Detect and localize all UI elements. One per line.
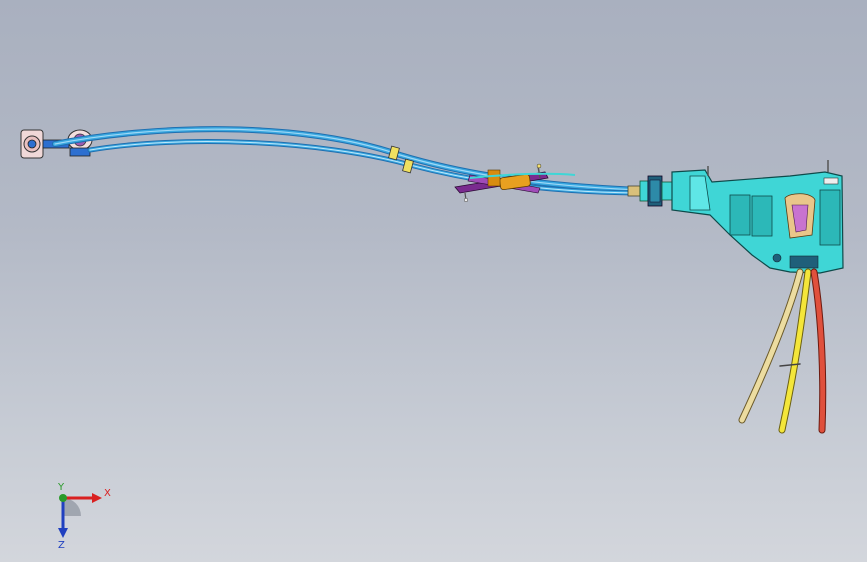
shifter-housing[interactable]: [671, 160, 844, 274]
y-axis-label: Y: [57, 482, 65, 493]
x-axis-arrowhead: [92, 493, 102, 503]
coordinate-triad: X Y Z: [57, 482, 111, 550]
wire-harness[interactable]: [738, 268, 827, 434]
y-axis-dot: [59, 494, 67, 502]
z-axis-label: Z: [58, 540, 65, 550]
cable-bundle[interactable]: [52, 126, 643, 196]
cad-viewport[interactable]: X Y Z: [0, 0, 867, 562]
assembly-model[interactable]: [0, 0, 867, 562]
cable-end-connector[interactable]: [627, 175, 673, 207]
z-axis-arrowhead: [58, 528, 68, 538]
x-axis-label: X: [104, 488, 111, 499]
